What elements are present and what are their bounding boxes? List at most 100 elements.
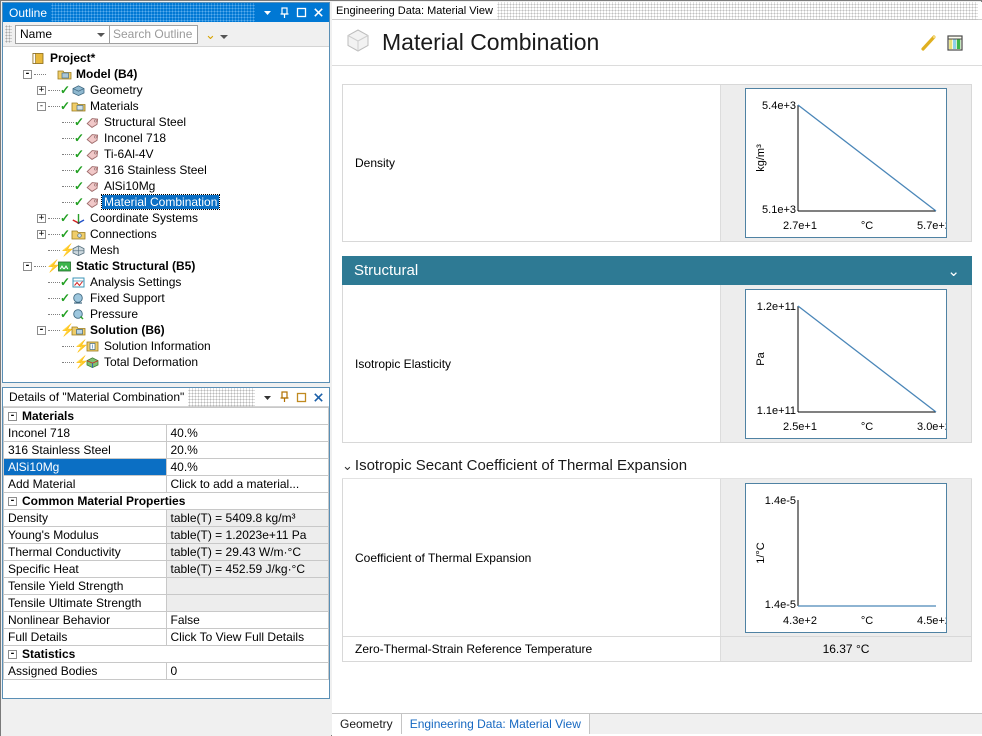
- expand-toggle-icon[interactable]: +: [37, 85, 46, 95]
- group-collapse-icon[interactable]: -: [8, 411, 17, 421]
- section-header-thermal-expansion-label: Isotropic Secant Coefficient of Thermal …: [354, 457, 688, 474]
- outline-toolbar: Name Search Outline ⌄: [3, 22, 329, 47]
- group-collapse-icon[interactable]: -: [8, 649, 17, 659]
- details-close-icon[interactable]: [310, 389, 327, 406]
- status-check-icon: ✓: [60, 211, 71, 225]
- details-menu-caret-icon[interactable]: [259, 389, 276, 406]
- collapse-toggle-icon[interactable]: -: [23, 261, 32, 271]
- svg-text:4.5e+2: 4.5e+2: [917, 615, 946, 627]
- tree-item-fixed-support[interactable]: ✓ Fixed Support: [3, 290, 329, 306]
- chart-isotropic-elasticity[interactable]: 1.2e+11 1.1e+11 Pa 2.5e+1 3.0e+2 °C: [745, 288, 947, 439]
- tree-item-connections[interactable]: + ✓ Connections: [3, 226, 329, 242]
- expand-toggle-icon[interactable]: +: [37, 229, 46, 239]
- material-icon: [85, 180, 102, 193]
- collapse-toggle-icon[interactable]: -: [23, 69, 32, 79]
- tree-item-label: Static Structural (B5): [76, 259, 196, 273]
- outline-menu-caret-icon[interactable]: [259, 4, 276, 21]
- details-row-value[interactable]: Click To View Full Details: [165, 628, 329, 646]
- chevron-down-icon: ⌄: [947, 262, 960, 280]
- edit-pencil-icon[interactable]: [916, 30, 942, 56]
- details-row-value[interactable]: 40.%: [165, 424, 329, 442]
- details-row-value[interactable]: False: [165, 611, 329, 629]
- tree-item-project[interactable]: Project*: [3, 50, 329, 66]
- chart-cell-density: 5.4e+3 5.1e+3 kg/m³ 2.7e+1 5.7e+2 °C: [721, 85, 971, 241]
- tree-item-316-stainless-steel[interactable]: ✓ 316 Stainless Steel: [3, 162, 329, 178]
- details-row-value[interactable]: 20.%: [165, 441, 329, 459]
- svg-text:1.4e-5: 1.4e-5: [765, 599, 796, 611]
- material-icon: [85, 164, 102, 177]
- tree-item-inconel-718[interactable]: ✓ Inconel 718: [3, 130, 329, 146]
- filter-chevron-icon[interactable]: ⌄: [205, 28, 216, 41]
- pressure-icon: [71, 308, 88, 321]
- details-row[interactable]: 316 Stainless Steel 20.%: [3, 441, 329, 459]
- bottom-tab-engineering-data-material-view[interactable]: Engineering Data: Material View: [401, 714, 590, 734]
- details-row[interactable]: Young's Modulus table(T) = 1.2023e+11 Pa: [3, 526, 329, 544]
- tree-item-coordinate-systems[interactable]: + ✓ Coordinate Systems: [3, 210, 329, 226]
- details-pin-icon[interactable]: [276, 389, 293, 406]
- outline-field-combo[interactable]: Name: [15, 24, 110, 44]
- tree-item-materials[interactable]: - ✓ Materials: [3, 98, 329, 114]
- search-outline-input[interactable]: Search Outline: [110, 24, 198, 44]
- outline-pin-icon[interactable]: [276, 4, 293, 21]
- tree-item-label: Coordinate Systems: [90, 211, 199, 225]
- section-header-thermal-expansion[interactable]: ⌄ Isotropic Secant Coefficient of Therma…: [342, 453, 972, 479]
- details-group-statistics[interactable]: - Statistics: [3, 645, 329, 663]
- tree-connector: [34, 265, 46, 267]
- chart-density[interactable]: 5.4e+3 5.1e+3 kg/m³ 2.7e+1 5.7e+2 °C: [745, 88, 947, 238]
- tree-item-label: Geometry: [90, 83, 143, 97]
- details-row-value[interactable]: 0: [165, 662, 329, 680]
- details-row[interactable]: Tensile Ultimate Strength: [3, 594, 329, 612]
- expand-toggle-icon[interactable]: +: [37, 213, 46, 223]
- details-maximize-icon[interactable]: [293, 389, 310, 406]
- svg-text:4.3e+2: 4.3e+2: [783, 615, 817, 627]
- details-row-value[interactable]: 40.%: [165, 458, 329, 476]
- collapse-toggle-icon[interactable]: -: [37, 101, 46, 111]
- material-view-header-dots: [496, 1, 978, 20]
- svg-text:1/°C: 1/°C: [755, 542, 767, 564]
- details-row[interactable]: AlSi10Mg 40.%: [3, 458, 329, 476]
- tree-item-label: Inconel 718: [104, 131, 167, 145]
- tree-item-mesh[interactable]: ⚡ Mesh: [3, 242, 329, 258]
- details-row[interactable]: Density table(T) = 5409.8 kg/m³: [3, 509, 329, 527]
- tree-item-solution-b6[interactable]: - ⚡ Solution (B6): [3, 322, 329, 338]
- details-row[interactable]: Nonlinear Behavior False: [3, 611, 329, 629]
- tree-item-total-deformation[interactable]: ⚡ Total Deformation: [3, 354, 329, 370]
- outline-close-icon[interactable]: [310, 4, 327, 21]
- group-collapse-icon[interactable]: -: [8, 496, 17, 506]
- outline-titlebar: Outline: [3, 3, 329, 22]
- tree-item-geometry[interactable]: + ✓ Geometry: [3, 82, 329, 98]
- details-panel: Details of "Material Combination" - Mater…: [2, 387, 330, 699]
- toolbar-grip[interactable]: [5, 25, 12, 43]
- details-row[interactable]: Thermal Conductivity table(T) = 29.43 W/m…: [3, 543, 329, 561]
- bottom-tab-geometry[interactable]: Geometry: [332, 714, 402, 734]
- tree-item-material-combination[interactable]: ✓ Material Combination: [3, 194, 329, 210]
- status-check-icon: ✓: [60, 83, 71, 97]
- tree-item-alsi10mg[interactable]: ✓ AlSi10Mg: [3, 178, 329, 194]
- details-group-materials[interactable]: - Materials: [3, 407, 329, 425]
- table-chart-icon[interactable]: [942, 30, 968, 56]
- details-row[interactable]: Add Material Click to add a material...: [3, 475, 329, 493]
- chart-thermal-expansion[interactable]: 1.4e-5 1.4e-5 1/°C 4.3e+2 4.5e+2 °C: [745, 482, 947, 633]
- details-row[interactable]: Full Details Click To View Full Details: [3, 628, 329, 646]
- outline-maximize-icon[interactable]: [293, 4, 310, 21]
- collapse-toggle-icon[interactable]: -: [37, 325, 46, 335]
- details-group-common-material-properties[interactable]: - Common Material Properties: [3, 492, 329, 510]
- tree-item-solution-information[interactable]: ⚡ i Solution Information: [3, 338, 329, 354]
- tree-item-structural-steel[interactable]: ✓ Structural Steel: [3, 114, 329, 130]
- details-row-value[interactable]: Click to add a material...: [165, 475, 329, 493]
- details-row[interactable]: Tensile Yield Strength: [3, 577, 329, 595]
- details-row[interactable]: Inconel 718 40.%: [3, 424, 329, 442]
- tree-item-static-structural-b5[interactable]: - ⚡ Static Structural (B5): [3, 258, 329, 274]
- tree-item-model-b4[interactable]: - Model (B4): [3, 66, 329, 82]
- toolbar-overflow-caret-icon[interactable]: [219, 35, 228, 39]
- tree-item-analysis-settings[interactable]: ✓ Analysis Settings: [3, 274, 329, 290]
- section-header-structural[interactable]: Structural ⌄: [342, 256, 972, 285]
- tree-item-ti-6al-4v[interactable]: ✓ Ti-6Al-4V: [3, 146, 329, 162]
- cube-icon: [344, 26, 372, 59]
- details-row-value: table(T) = 5409.8 kg/m³: [165, 509, 329, 527]
- titlebar-dots: [51, 3, 255, 22]
- details-row[interactable]: Assigned Bodies 0: [3, 662, 329, 680]
- details-row[interactable]: Specific Heat table(T) = 452.59 J/kg·°C: [3, 560, 329, 578]
- tree-item-pressure[interactable]: ✓ Pressure: [3, 306, 329, 322]
- property-row-isotropic-elasticity: Isotropic Elasticity 1.2e+11 1.1e+11 Pa 2.5…: [342, 285, 972, 443]
